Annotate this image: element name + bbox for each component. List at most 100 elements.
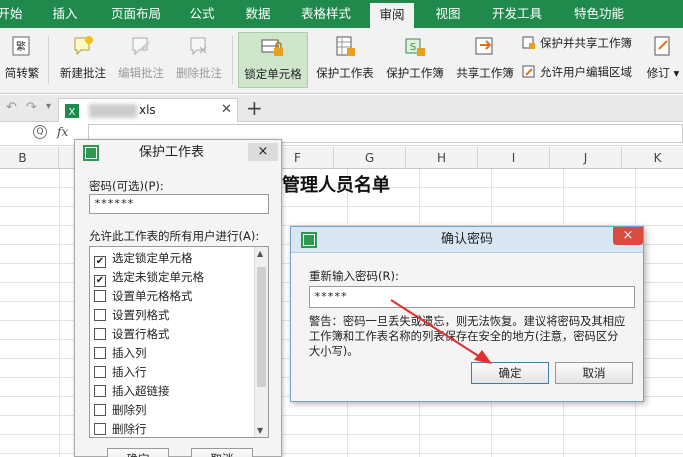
share-workbook-button[interactable]: 共享工作簿 bbox=[452, 32, 518, 88]
list-item[interactable]: 设置单元格格式 bbox=[94, 287, 193, 305]
list-item[interactable]: 设置列格式 bbox=[94, 306, 170, 324]
svg-text:S: S bbox=[410, 42, 416, 53]
wps-logo-icon bbox=[83, 145, 99, 161]
ribbon-separator bbox=[48, 36, 49, 84]
scroll-down-icon[interactable]: ▼ bbox=[257, 426, 263, 435]
password-field[interactable]: ****** bbox=[89, 194, 269, 214]
undo-icon[interactable]: ↶ bbox=[6, 100, 17, 115]
checkbox[interactable]: ✔ bbox=[94, 256, 106, 268]
list-item[interactable]: 删除行 bbox=[94, 420, 147, 437]
lock-cell-button[interactable]: 锁定单元格 bbox=[238, 32, 308, 88]
traditional-chinese-button[interactable]: 繁 简转繁 bbox=[0, 32, 44, 88]
column-header[interactable]: H bbox=[406, 147, 478, 169]
dialog-title: 确认密码 bbox=[441, 232, 494, 247]
traditional-chinese-icon: 繁 bbox=[12, 36, 30, 56]
close-icon[interactable]: × bbox=[248, 143, 278, 161]
checkbox[interactable]: ✔ bbox=[94, 275, 106, 287]
checkbox[interactable] bbox=[94, 366, 106, 378]
document-tab-name: xls bbox=[139, 103, 156, 117]
ribbon-separator bbox=[232, 36, 233, 84]
revise-icon bbox=[654, 36, 670, 56]
list-item[interactable]: ✔ 选定未锁定单元格 bbox=[94, 268, 204, 287]
redo-icon[interactable]: ↷ bbox=[26, 100, 37, 115]
allow-edit-range-icon bbox=[522, 65, 535, 78]
new-comment-icon bbox=[74, 36, 93, 56]
edit-comment-button[interactable]: 编辑批注 bbox=[114, 32, 168, 88]
wps-logo-icon bbox=[301, 232, 317, 248]
checkbox[interactable] bbox=[94, 290, 106, 302]
checkbox[interactable] bbox=[94, 347, 106, 359]
menu-special[interactable]: 特色功能 bbox=[566, 0, 632, 28]
menu-review[interactable]: 审阅 bbox=[370, 0, 414, 28]
list-item[interactable]: 插入列 bbox=[94, 344, 147, 362]
blurred-filename bbox=[89, 104, 137, 118]
checkbox[interactable] bbox=[94, 328, 106, 340]
excel-file-icon: X bbox=[65, 104, 79, 118]
chevron-down-icon: ▾ bbox=[673, 66, 680, 80]
menu-bar: 开始 插入 页面布局 公式 数据 表格样式 审阅 视图 开发工具 特色功能 bbox=[0, 0, 683, 28]
menu-insert[interactable]: 插入 bbox=[46, 0, 84, 28]
list-item[interactable]: ✔ 选定锁定单元格 bbox=[94, 249, 193, 268]
ok-button[interactable]: 确定 bbox=[107, 448, 169, 457]
reenter-password-label: 重新输入密码(R): bbox=[309, 269, 399, 283]
confirm-password-field[interactable]: ***** bbox=[309, 286, 635, 308]
menu-view[interactable]: 视图 bbox=[428, 0, 468, 28]
column-header[interactable]: B bbox=[0, 147, 59, 169]
protect-sheet-icon bbox=[336, 36, 355, 56]
menu-home[interactable]: 开始 bbox=[0, 0, 24, 28]
protect-workbook-icon: S bbox=[405, 38, 425, 56]
confirm-cancel-button[interactable]: 取消 bbox=[555, 362, 633, 384]
delete-comment-button[interactable]: 删除批注 bbox=[172, 32, 226, 88]
confirm-ok-button[interactable]: 确定 bbox=[471, 362, 549, 384]
menu-formulas[interactable]: 公式 bbox=[182, 0, 222, 28]
dialog-title-bar: 确认密码 × bbox=[291, 227, 643, 253]
svg-text:繁: 繁 bbox=[16, 40, 26, 53]
protect-workbook-button[interactable]: S 保护工作簿 bbox=[382, 32, 448, 88]
column-header[interactable]: K bbox=[622, 147, 683, 169]
list-scrollbar[interactable]: ▲ ▼ bbox=[254, 247, 268, 437]
edit-comment-icon bbox=[132, 37, 150, 56]
protect-share-icon bbox=[522, 36, 535, 49]
scrollbar-thumb[interactable] bbox=[257, 267, 266, 387]
checkbox[interactable] bbox=[94, 404, 106, 416]
share-workbook-icon bbox=[475, 37, 493, 55]
menu-data[interactable]: 数据 bbox=[238, 0, 278, 28]
dialog-title-bar: 保护工作表 × bbox=[75, 140, 281, 166]
chevron-down-icon[interactable]: ▾ bbox=[46, 101, 51, 112]
delete-comment-icon bbox=[190, 37, 207, 56]
fx-button[interactable]: fx bbox=[57, 125, 68, 139]
close-icon[interactable]: × bbox=[613, 227, 643, 245]
column-header[interactable]: J bbox=[550, 147, 622, 169]
permissions-list: ✔ 选定锁定单元格 ✔ 选定未锁定单元格 设置单元格格式 设置列格式 设置行格式 插… bbox=[89, 246, 269, 438]
checkbox[interactable] bbox=[94, 423, 106, 435]
list-item[interactable]: 删除列 bbox=[94, 401, 147, 419]
protect-sheet-button[interactable]: 保护工作表 bbox=[312, 32, 378, 88]
column-header[interactable]: I bbox=[478, 147, 550, 169]
warning-text: 警告：密码一旦丢失或遗忘，则无法恢复。建议将密码及其相应工作簿和工作表名称的列表… bbox=[309, 315, 626, 358]
checkbox[interactable] bbox=[94, 309, 106, 321]
password-label: 密码(可选)(P): bbox=[89, 179, 164, 193]
new-tab-button[interactable]: + bbox=[246, 95, 263, 121]
checkbox[interactable] bbox=[94, 385, 106, 397]
column-header[interactable]: G bbox=[334, 147, 406, 169]
new-comment-button[interactable]: 新建批注 bbox=[56, 32, 110, 88]
scroll-up-icon[interactable]: ▲ bbox=[257, 249, 263, 258]
permissions-label: 允许此工作表的所有用户进行(A): bbox=[89, 229, 260, 243]
menu-developer[interactable]: 开发工具 bbox=[484, 0, 550, 28]
close-tab-icon[interactable]: ✕ bbox=[221, 102, 232, 117]
revise-button[interactable]: 修订 ▾ bbox=[644, 32, 682, 88]
confirm-password-dialog: 确认密码 × 重新输入密码(R): ***** 警告：密码一旦丢失或遗忘，则无法… bbox=[290, 226, 644, 402]
protect-and-share-button[interactable]: 保护并共享工作簿 bbox=[522, 33, 632, 53]
list-item[interactable]: 插入行 bbox=[94, 363, 147, 381]
sheet-title-cell[interactable]: 管理人员名单 bbox=[282, 171, 390, 197]
menu-table-style[interactable]: 表格样式 bbox=[294, 0, 358, 28]
ribbon: 繁 简转繁 新建批注 编辑批注 删除批注 锁定单元格 保护工作表 S 保护工作簿… bbox=[0, 28, 683, 94]
document-tab[interactable]: X xls ✕ bbox=[58, 98, 238, 122]
menu-page-layout[interactable]: 页面布局 bbox=[104, 0, 168, 28]
zoom-formula-icon[interactable]: Q bbox=[33, 125, 47, 139]
cancel-button[interactable]: 取消 bbox=[191, 448, 253, 457]
allow-edit-range-button[interactable]: 允许用户编辑区域 bbox=[522, 62, 632, 82]
list-item[interactable]: 设置行格式 bbox=[94, 325, 170, 343]
dialog-title: 保护工作表 bbox=[139, 145, 205, 160]
list-item[interactable]: 插入超链接 bbox=[94, 382, 170, 400]
